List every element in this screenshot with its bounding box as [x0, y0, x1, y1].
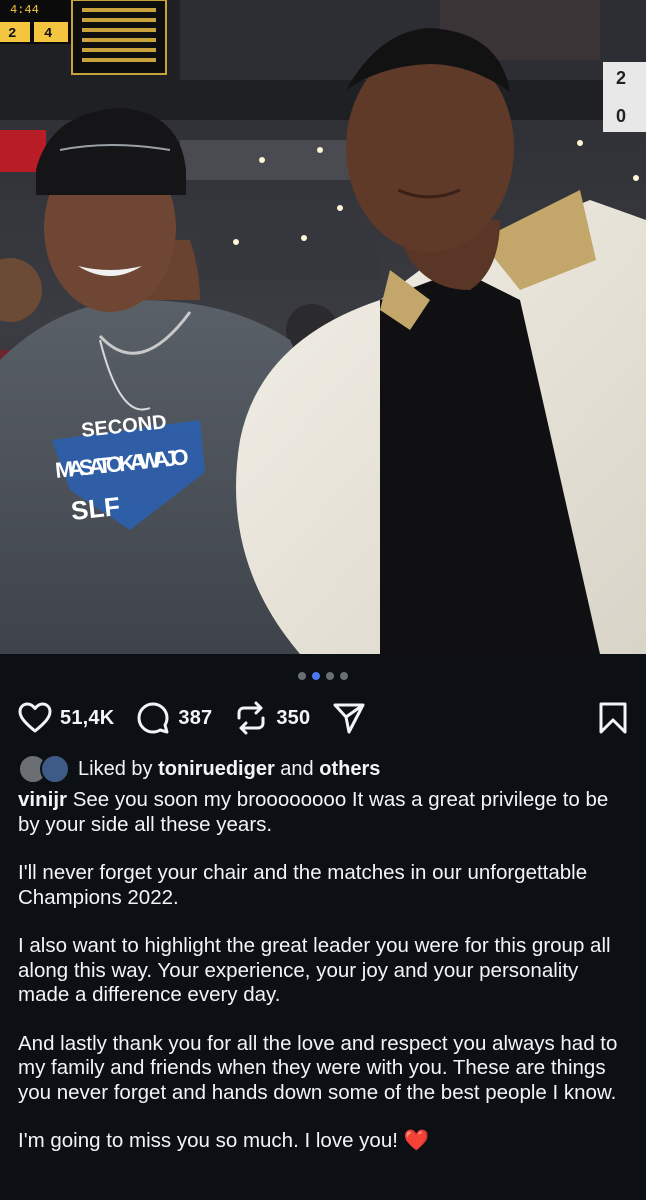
repost-button[interactable]: 350 [234, 701, 310, 735]
share-button[interactable] [332, 701, 366, 735]
caption-username[interactable]: vinijr [18, 788, 67, 811]
like-button[interactable]: 51,4K [18, 702, 114, 734]
liker-avatars [18, 754, 72, 784]
bookmark-icon [599, 702, 627, 734]
shirt-logo-line3: SLF [69, 491, 121, 526]
post-action-bar: 51,4K 387 350 [18, 700, 628, 736]
post-photo[interactable]: 4:44 2 4 2 0 SECOND MASATO KAWAJO SLF [0, 0, 646, 654]
caption-paragraph: I also want to highlight the great leade… [18, 934, 611, 1006]
carousel-dot-active [312, 672, 320, 680]
caption-text: I'm going to miss you so much. I love yo… [18, 1129, 398, 1152]
speech-bubble-icon [137, 702, 169, 734]
liked-by-user[interactable]: toniruediger [158, 758, 275, 781]
carousel-dot [326, 672, 334, 680]
heart-emoji-icon: ❤️ [403, 1129, 430, 1152]
liked-by-prefix: Liked by [78, 757, 153, 780]
repost-arrows-icon [237, 701, 265, 735]
post-caption: vinijr See you soon my broooooooo It was… [18, 788, 634, 1178]
side-board-bottom: 0 [616, 106, 626, 126]
liked-by-joiner: and [280, 757, 314, 780]
liked-by-row[interactable]: Liked by toniruediger and others [18, 754, 380, 784]
save-button[interactable] [598, 702, 628, 734]
comment-button[interactable]: 387 [136, 701, 212, 735]
like-count: 51,4K [60, 706, 115, 729]
caption-paragraph: vinijr See you soon my broooooooo It was… [18, 788, 634, 837]
caption-paragraph: I'm going to miss you so much. I love yo… [18, 1129, 634, 1154]
scoreboard-score-left: 2 [8, 26, 16, 42]
caption-text: See you soon my broooooooo It was a grea… [18, 788, 609, 836]
carousel-indicator [0, 672, 646, 680]
paper-plane-icon [333, 703, 365, 734]
caption-paragraph: I'll never forget your chair and the mat… [18, 861, 588, 909]
repost-count: 350 [276, 706, 311, 729]
caption-paragraph: And lastly thank you for all the love an… [18, 1031, 618, 1104]
scoreboard-score-right: 4 [44, 26, 52, 42]
avatar [40, 754, 70, 784]
carousel-dot [340, 672, 348, 680]
scoreboard-clock: 4:44 [10, 3, 39, 17]
heart-outline-icon [18, 702, 52, 733]
comment-count: 387 [178, 706, 213, 729]
side-board-top: 2 [616, 68, 626, 88]
liked-by-others[interactable]: others [319, 758, 380, 781]
carousel-dot [298, 672, 306, 680]
